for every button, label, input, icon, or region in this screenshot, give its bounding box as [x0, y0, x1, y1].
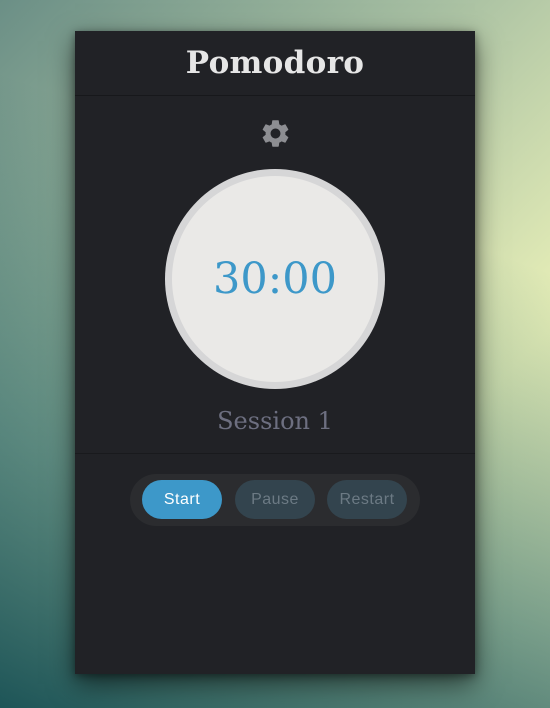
settings-button[interactable]: [258, 116, 292, 150]
gear-icon: [262, 119, 288, 147]
divider: [75, 453, 475, 454]
restart-button[interactable]: Restart: [327, 480, 407, 519]
pomodoro-panel: Pomodoro 30:00 Session 1 Start Pause Res…: [75, 31, 475, 674]
timer-dial: 30:00: [165, 169, 385, 389]
pause-button[interactable]: Pause: [235, 480, 315, 519]
start-button[interactable]: Start: [142, 480, 222, 519]
header: Pomodoro: [75, 31, 475, 96]
app-title: Pomodoro: [185, 45, 365, 81]
timer-face: 30:00: [172, 176, 378, 382]
controls-group: Start Pause Restart: [130, 474, 420, 526]
timer-display: 30:00: [213, 254, 337, 304]
session-label: Session 1: [217, 407, 333, 435]
